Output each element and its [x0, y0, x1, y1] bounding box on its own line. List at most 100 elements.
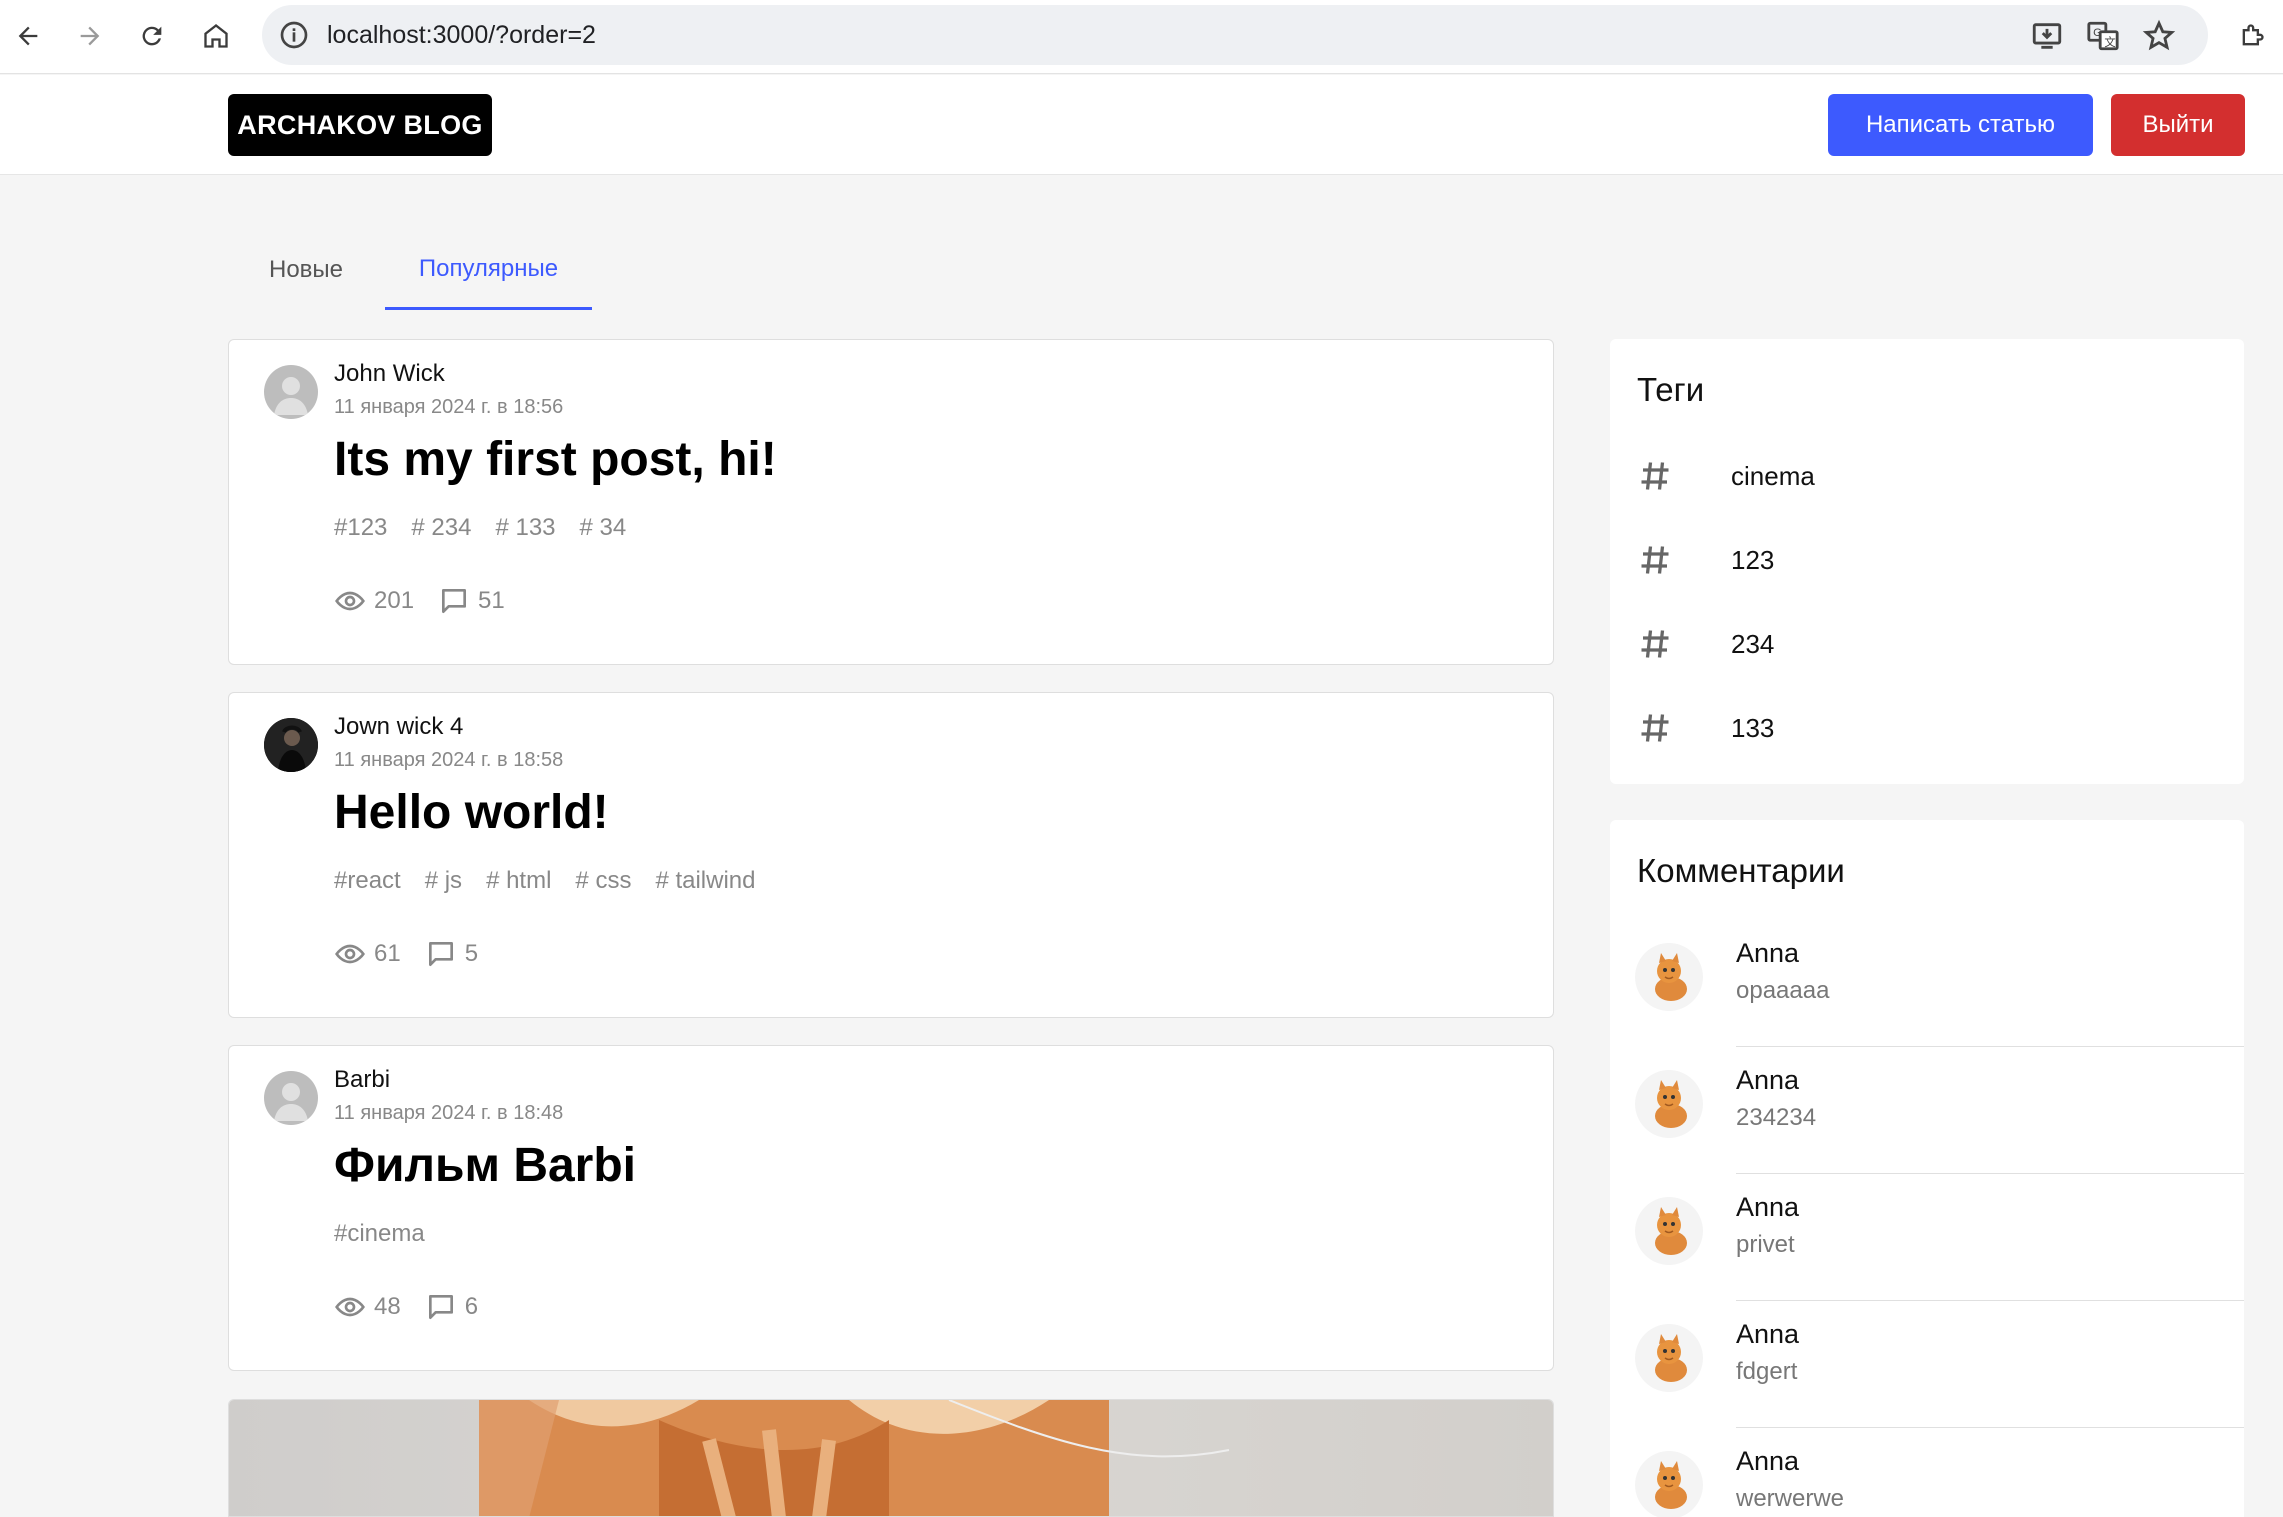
post-tag[interactable]: #react — [334, 867, 401, 894]
post-tag[interactable]: #cinema — [334, 1220, 425, 1247]
arrow-left-icon — [18, 26, 38, 46]
write-article-button[interactable]: Написать статью — [1828, 94, 2093, 156]
commenter-name: Anna — [1736, 1192, 1800, 1222]
post-tag[interactable]: # tailwind — [655, 867, 755, 894]
puzzle-icon — [2242, 24, 2264, 46]
eye-icon — [335, 591, 365, 611]
post-date: 11 января 2024 г. в 18:58 — [334, 749, 564, 771]
logout-button[interactable]: Выйти — [2111, 94, 2245, 156]
comment-item[interactable]: Anna fdgert — [1610, 1301, 2244, 1428]
post-tag[interactable]: # 234 — [411, 514, 471, 541]
comment-text: privet — [1736, 1231, 1795, 1258]
app-header: ARCHAKOV BLOG Написать статью Выйти — [0, 75, 2283, 175]
forward-button[interactable] — [68, 14, 112, 58]
post-tag[interactable]: # html — [486, 867, 551, 894]
sidebar-tag-item[interactable]: 133 — [1637, 698, 1774, 758]
comments-panel: Комментарии Anna opaaaaa Anna 234234 Ann… — [1610, 820, 2244, 1517]
post-card[interactable]: Barbi 11 января 2024 г. в 18:48 Фильм Ba… — [228, 1045, 1554, 1371]
kitten-photo — [229, 1400, 1553, 1516]
comment-text: werwerwe — [1736, 1485, 1845, 1512]
tab-new[interactable]: Новые — [238, 230, 374, 310]
author-avatar — [264, 365, 318, 419]
comment-item[interactable]: Anna werwerwe — [1610, 1428, 2244, 1517]
post-tag[interactable]: # 133 — [495, 514, 555, 541]
post-stats: 48 6 — [334, 1291, 502, 1323]
extensions-button[interactable] — [2230, 14, 2274, 58]
views-count: 48 — [334, 1291, 401, 1323]
comment-item[interactable]: Anna opaaaaa — [1610, 920, 2244, 1047]
svg-text:G: G — [2093, 27, 2102, 39]
comment-icon — [442, 589, 467, 613]
post-date: 11 января 2024 г. в 18:56 — [334, 396, 564, 418]
commenter-name: Anna — [1736, 1319, 1800, 1349]
eye-icon — [335, 944, 365, 964]
views-count: 61 — [334, 938, 401, 970]
post-author: Barbi — [334, 1066, 391, 1093]
post-tags: #react # js # html # css # tailwind — [334, 867, 780, 895]
sidebar-tag-item[interactable]: 123 — [1637, 530, 1774, 590]
commenter-name: Anna — [1736, 1065, 1800, 1095]
post-stats: 61 5 — [334, 938, 502, 970]
post-tag[interactable]: #123 — [334, 514, 387, 541]
post-date: 11 января 2024 г. в 18:48 — [334, 1102, 564, 1124]
browser-toolbar: localhost:3000/?order=2 G文 — [0, 0, 2283, 74]
comment-item[interactable]: Anna 234234 — [1610, 1047, 2244, 1174]
eye-icon — [335, 1297, 365, 1317]
arrow-right-icon — [80, 26, 100, 46]
commenter-avatar — [1635, 1197, 1703, 1265]
post-tag[interactable]: # 34 — [580, 514, 627, 541]
translate-icon[interactable]: G文 — [2086, 19, 2120, 53]
comments-count: 5 — [425, 938, 478, 970]
commenter-avatar — [1635, 1324, 1703, 1392]
post-title[interactable]: Hello world! — [334, 785, 609, 840]
commenter-name: Anna — [1736, 938, 1800, 968]
author-avatar — [264, 718, 318, 772]
comment-icon — [428, 942, 453, 966]
post-tag[interactable]: # css — [575, 867, 631, 894]
reload-icon — [142, 26, 162, 46]
home-button[interactable] — [194, 14, 238, 58]
reload-button[interactable] — [130, 14, 174, 58]
tags-panel-title: Теги — [1637, 371, 1705, 408]
back-button[interactable] — [6, 14, 50, 58]
post-card[interactable]: Jown wick 4 11 января 2024 г. в 18:58 He… — [228, 692, 1554, 1018]
post-title[interactable]: Фильм Barbi — [334, 1138, 636, 1193]
post-author: Jown wick 4 — [334, 713, 464, 740]
comment-text: fdgert — [1736, 1358, 1798, 1385]
post-author: John Wick — [334, 360, 445, 387]
url-text[interactable]: localhost:3000/?order=2 — [327, 5, 596, 65]
post-card[interactable]: John Wick 11 января 2024 г. в 18:56 Its … — [228, 339, 1554, 665]
post-title[interactable]: Its my first post, hi! — [334, 432, 777, 487]
comment-item[interactable]: Anna privet — [1610, 1174, 2244, 1301]
hashtag-icon — [1641, 462, 1669, 490]
author-avatar — [264, 1071, 318, 1125]
home-icon — [204, 24, 228, 48]
commenter-avatar — [1635, 1070, 1703, 1138]
bookmark-star-icon[interactable] — [2142, 19, 2176, 53]
post-tags: #cinema — [334, 1220, 449, 1248]
post-stats: 201 51 — [334, 585, 529, 617]
hashtag-icon — [1641, 630, 1669, 658]
tab-popular[interactable]: Популярные — [385, 230, 592, 310]
blog-logo[interactable]: ARCHAKOV BLOG — [228, 94, 492, 156]
hashtag-icon — [1641, 714, 1669, 742]
hashtag-icon — [1641, 546, 1669, 574]
install-app-icon[interactable] — [2030, 19, 2064, 53]
comment-text: 234234 — [1736, 1104, 1817, 1131]
svg-text:文: 文 — [2104, 35, 2115, 49]
comments-count: 51 — [438, 585, 505, 617]
comments-count: 6 — [425, 1291, 478, 1323]
post-tags: #123 # 234 # 133 # 34 — [334, 514, 650, 542]
post-tag[interactable]: # js — [425, 867, 462, 894]
sidebar-tag-item[interactable]: 234 — [1637, 614, 1774, 674]
comment-icon — [428, 1295, 453, 1319]
address-bar[interactable]: localhost:3000/?order=2 G文 — [262, 5, 2208, 65]
info-icon[interactable] — [278, 19, 310, 51]
views-count: 201 — [334, 585, 414, 617]
commenter-avatar — [1635, 1451, 1703, 1517]
comment-text: opaaaaa — [1736, 977, 1830, 1004]
post-cover-image[interactable] — [228, 1399, 1554, 1517]
sidebar-tag-item[interactable]: cinema — [1637, 446, 1815, 506]
comments-panel-title: Комментарии — [1637, 852, 1845, 889]
commenter-name: Anna — [1736, 1446, 1800, 1476]
